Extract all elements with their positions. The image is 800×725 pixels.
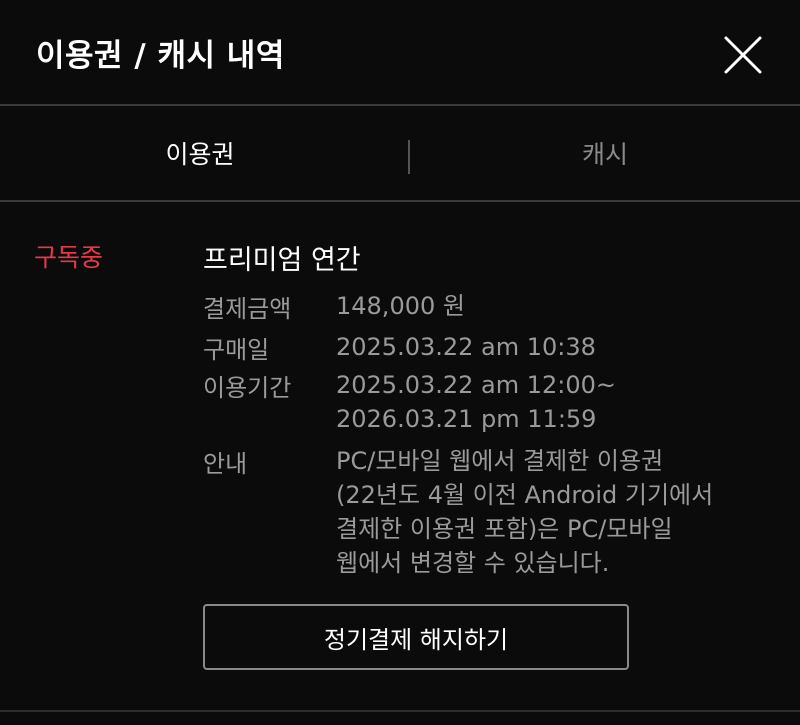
period-start: 2025.03.22 am 12:00~ bbox=[336, 371, 617, 399]
notice-line: 웹에서 변경할 수 있습니다. bbox=[336, 549, 610, 577]
period-label: 이용기간 bbox=[203, 374, 292, 402]
purchase-date-label: 구매일 bbox=[203, 336, 270, 364]
notice-text: PC/모바일 웹에서 결제한 이용권 (22년도 4월 이전 Android 기… bbox=[336, 444, 713, 580]
period-end: 2026.03.21 pm 11:59 bbox=[336, 405, 597, 433]
page-title: 이용권 / 캐시 내역 bbox=[36, 38, 285, 74]
notice-line: PC/모바일 웹에서 결제한 이용권 bbox=[336, 447, 664, 475]
tab-pass[interactable]: 이용권 bbox=[0, 106, 400, 200]
notice-line: 결제한 이용권 포함)은 PC/모바일 bbox=[336, 515, 673, 543]
period-value: 2025.03.22 am 12:00~ 2026.03.21 pm 11:59 bbox=[336, 368, 616, 436]
status-badge: 구독중 bbox=[34, 243, 104, 272]
tab-bar: 이용권 캐시 bbox=[0, 106, 800, 202]
purchase-date-value: 2025.03.22 am 10:38 bbox=[336, 333, 596, 361]
amount-value: 148,000 원 bbox=[336, 292, 465, 320]
product-name: 프리미엄 연간 bbox=[203, 245, 361, 276]
notice-line: (22년도 4월 이전 Android 기기에서 bbox=[336, 481, 714, 509]
amount-label: 결제금액 bbox=[203, 295, 292, 323]
close-icon bbox=[724, 36, 762, 74]
tab-cash[interactable]: 캐시 bbox=[405, 106, 800, 200]
header: 이용권 / 캐시 내역 bbox=[0, 0, 800, 106]
bottom-divider bbox=[0, 710, 800, 712]
close-button[interactable] bbox=[722, 34, 764, 76]
cancel-subscription-button[interactable]: 정기결제 해지하기 bbox=[203, 604, 629, 670]
notice-label: 안내 bbox=[203, 450, 248, 478]
